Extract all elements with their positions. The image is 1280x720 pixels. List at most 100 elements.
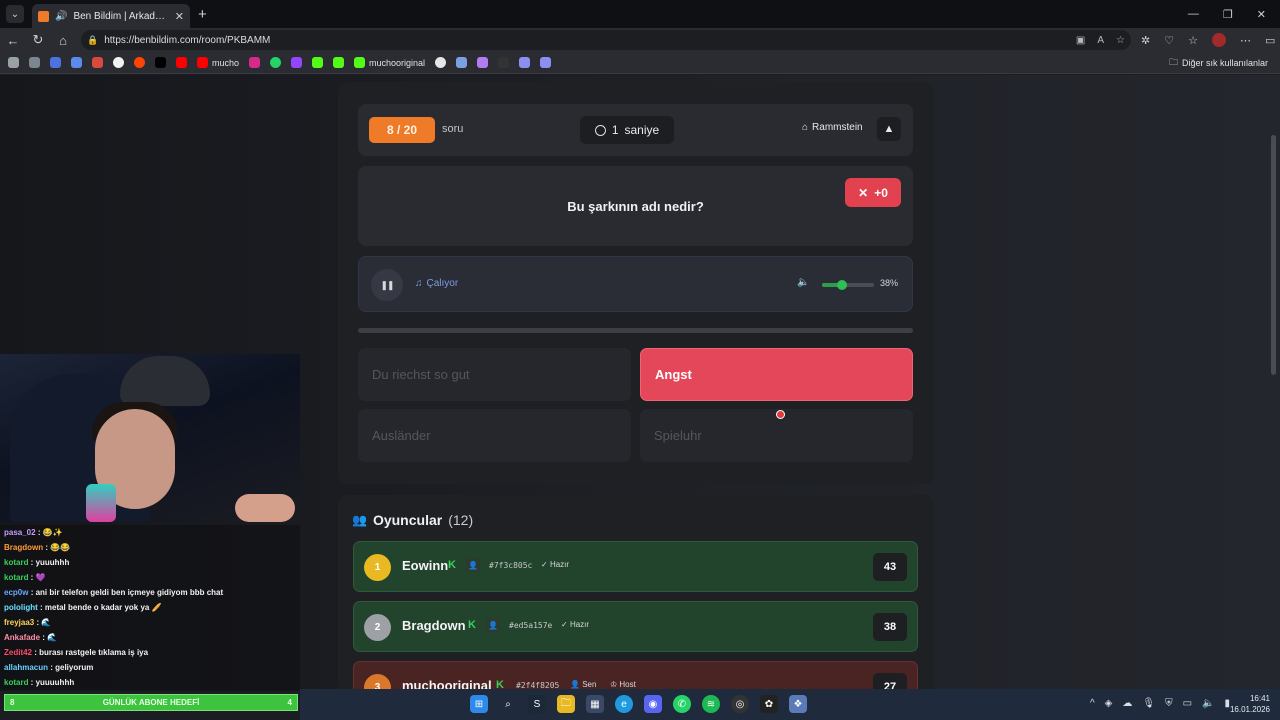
chatgpt-icon[interactable]: ✿: [760, 695, 778, 713]
favorite-star-icon[interactable]: ☆: [1116, 35, 1125, 46]
discord-icon[interactable]: ◉: [644, 695, 662, 713]
chat-username[interactable]: Ankafade: [4, 633, 40, 642]
score-badge: ✕ +0: [845, 178, 901, 207]
search-icon[interactable]: ⌕: [499, 695, 517, 713]
whatsapp-icon[interactable]: ✆: [673, 695, 691, 713]
extensions-icon[interactable]: ✲: [1141, 34, 1150, 47]
volume-slider[interactable]: [822, 280, 874, 290]
sidebar-icon[interactable]: ▭: [1265, 34, 1275, 47]
bookmark-game-icon[interactable]: [8, 57, 19, 68]
chat-username[interactable]: pasa_02: [4, 528, 36, 537]
microphone-icon: [86, 484, 116, 522]
answer-option-2[interactable]: Angst: [640, 348, 913, 401]
chat-username[interactable]: Zedit42: [4, 648, 32, 657]
users-icon: 👥: [352, 513, 367, 527]
bookmark-shield-icon[interactable]: [519, 57, 531, 68]
chat-message: kotard : yuuuhhh: [4, 555, 300, 570]
bookmark-chrome-icon[interactable]: [50, 57, 61, 68]
network-icon[interactable]: ▭: [1183, 698, 1192, 709]
url-field[interactable]: 🔒 https://benbildim.com/room/PKBAMM ▣ A …: [81, 30, 1131, 50]
bookmark-shield2-icon[interactable]: [540, 57, 552, 68]
kick-icon: K: [448, 559, 456, 571]
tray-chevron-icon[interactable]: ^: [1090, 698, 1095, 709]
chat-message: allahmacun : geliyorum: [4, 660, 300, 675]
bookmark-tm-icon[interactable]: [498, 57, 510, 68]
app-icon[interactable]: ❖: [789, 695, 807, 713]
new-tab-button[interactable]: +: [198, 6, 207, 23]
bookmark-kick-icon[interactable]: [312, 57, 324, 68]
bookmark-openai-icon[interactable]: [435, 57, 447, 68]
tray-mic-icon[interactable]: 🎙: [1142, 698, 1155, 709]
bookmark-mucho[interactable]: mucho: [197, 57, 239, 68]
audio-playing-icon[interactable]: 🔊: [55, 11, 67, 22]
bookmark-feather-icon[interactable]: [477, 57, 489, 68]
chat-username[interactable]: freyjaa3: [4, 618, 34, 627]
chat-text: : 🌊: [40, 633, 58, 642]
chat-username[interactable]: ecp0w: [4, 588, 28, 597]
more-menu-icon[interactable]: ⋯: [1240, 34, 1251, 47]
edge-icon[interactable]: e: [615, 695, 633, 713]
chat-username[interactable]: pololight: [4, 603, 38, 612]
chat-username[interactable]: kotard: [4, 573, 28, 582]
chat-username[interactable]: kotard: [4, 558, 28, 567]
favorites-icon[interactable]: ☆: [1188, 34, 1198, 47]
host-label: ♔ Host: [610, 680, 636, 689]
close-window-icon[interactable]: ✕: [1257, 8, 1266, 21]
spotify-icon[interactable]: ≋: [702, 695, 720, 713]
tray-app-icon[interactable]: ◈: [1105, 698, 1113, 709]
bookmark-gmail-icon[interactable]: [92, 57, 103, 68]
volume-knob[interactable]: [836, 280, 847, 290]
reader-icon[interactable]: ▣: [1076, 35, 1085, 46]
profile-avatar[interactable]: [1211, 33, 1226, 47]
player-row: 3 muchooriginal K #2f4f8205 👤 Sen ♔ Host…: [353, 661, 918, 689]
system-clock[interactable]: 16:41 16.01.2026: [1230, 693, 1270, 715]
add-friend-icon[interactable]: 👤: [466, 558, 480, 572]
file-explorer-icon[interactable]: 🗀: [557, 695, 575, 713]
restore-icon[interactable]: ❐: [1223, 8, 1233, 21]
scrollbar[interactable]: [1271, 135, 1276, 375]
song-progress-bar: [358, 328, 913, 333]
speaker-icon[interactable]: 🔈: [1202, 698, 1214, 709]
browser-essentials-icon[interactable]: ♡: [1164, 34, 1174, 47]
bookmark-youtube-icon[interactable]: [176, 57, 187, 68]
chat-username[interactable]: Bragdown: [4, 543, 43, 552]
answer-option-3[interactable]: Ausländer: [358, 409, 631, 462]
player-row: 1 Eowinn K 👤 #7f3c805c ✓ Hazır 43: [353, 541, 918, 592]
chat-username[interactable]: kotard: [4, 678, 28, 687]
tray-shield-icon[interactable]: ⛨: [1165, 698, 1173, 709]
bookmark-translate-icon[interactable]: [71, 57, 82, 68]
back-icon[interactable]: ←: [1, 33, 25, 48]
start-icon[interactable]: ⊞: [470, 695, 488, 713]
tray-cloud-icon[interactable]: ☁: [1122, 698, 1132, 709]
chat-username[interactable]: allahmacun: [4, 663, 48, 672]
volume-icon[interactable]: 🔈: [797, 277, 809, 288]
report-button[interactable]: ▲: [877, 117, 901, 141]
home-icon[interactable]: ⌂: [51, 33, 75, 48]
bookmark-google-icon[interactable]: [113, 57, 124, 68]
chat-text: : 🌊: [34, 618, 52, 627]
bookmark-twitch-icon[interactable]: [291, 57, 303, 68]
reload-icon[interactable]: ↻: [26, 32, 50, 48]
read-aloud-icon[interactable]: A: [1097, 35, 1104, 46]
browser-tab[interactable]: 🔊 Ben Bildim | Arkadaşlarınla Oy ✕: [32, 4, 190, 28]
bookmark-photos-icon[interactable]: [29, 57, 40, 68]
tab-list-button[interactable]: ⌄: [6, 5, 24, 23]
close-tab-icon[interactable]: ✕: [175, 10, 184, 23]
add-friend-icon[interactable]: 👤: [486, 618, 500, 632]
obs-icon[interactable]: ◎: [731, 695, 749, 713]
answer-option-1[interactable]: Du riechst so gut: [358, 348, 631, 401]
bookmark-kick2-icon[interactable]: [333, 57, 345, 68]
steam-icon[interactable]: S: [528, 695, 546, 713]
minimize-icon[interactable]: —: [1188, 8, 1199, 21]
bookmark-whatsapp-icon[interactable]: [270, 57, 282, 68]
bookmark-muchooriginal[interactable]: muchooriginal: [354, 57, 425, 68]
bookmark-reddit-icon[interactable]: [134, 57, 145, 68]
store-icon[interactable]: ▦: [586, 695, 604, 713]
other-bookmarks[interactable]: 🗀 Diğer sık kullanılanlar: [1169, 55, 1268, 71]
players-header: 👥 Oyuncular (12): [352, 512, 474, 528]
pause-button[interactable]: ❚❚: [371, 269, 403, 301]
bookmark-instagram-icon[interactable]: [249, 57, 261, 68]
bookmark-extension-icon[interactable]: [456, 57, 468, 68]
bookmark-x-icon[interactable]: [155, 57, 166, 68]
player-name: Bragdown: [402, 618, 466, 633]
